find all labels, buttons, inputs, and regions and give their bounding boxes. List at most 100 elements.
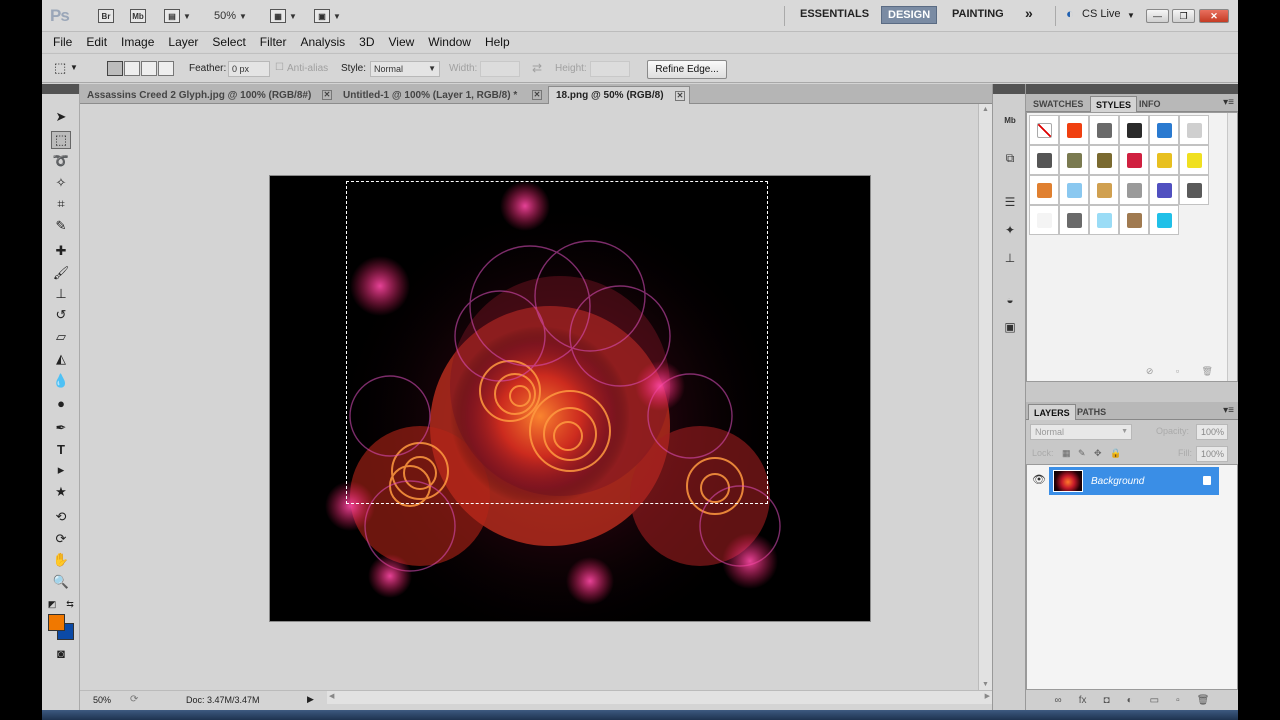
- panels-header[interactable]: [1026, 84, 1238, 94]
- tab-18-png[interactable]: 18.png @ 50% (RGB/8) ✕: [548, 86, 690, 104]
- zoom-level-status[interactable]: 50%: [93, 695, 111, 705]
- workspace-painting[interactable]: PAINTING: [952, 8, 1004, 20]
- opacity-input[interactable]: 100%: [1196, 424, 1228, 440]
- lock-position-icon[interactable]: ✥: [1094, 448, 1102, 459]
- lasso-tool-icon[interactable]: ➰: [51, 152, 71, 170]
- menu-layer[interactable]: Layer: [168, 35, 198, 49]
- style-swatch[interactable]: [1119, 115, 1149, 145]
- 3d-rotate-tool-icon[interactable]: ⟲: [51, 508, 71, 526]
- tab-untitled-1[interactable]: Untitled-1 @ 100% (Layer 1, RGB/8) * ✕: [336, 86, 546, 104]
- add-to-selection-button[interactable]: [124, 61, 140, 76]
- style-swatch[interactable]: [1059, 145, 1089, 175]
- healing-brush-tool-icon[interactable]: ✚: [51, 242, 71, 260]
- style-swatch[interactable]: [1149, 145, 1179, 175]
- arrange-documents-button[interactable]: ▦ ▼: [270, 7, 297, 25]
- delete-layer-icon[interactable]: 🗑: [1197, 695, 1210, 706]
- tab-swatches[interactable]: SWATCHES: [1028, 96, 1088, 112]
- eyedropper-tool-icon[interactable]: ✎: [51, 217, 71, 235]
- anti-alias-checkbox[interactable]: ☐: [275, 62, 284, 73]
- more-workspaces-icon[interactable]: »: [1025, 5, 1033, 21]
- style-swatch[interactable]: [1089, 205, 1119, 235]
- paint-bucket-tool-icon[interactable]: ◭: [51, 350, 71, 368]
- swap-width-height-icon[interactable]: ⇄: [532, 61, 542, 75]
- navigator-panel-icon[interactable]: ▣: [1001, 319, 1019, 335]
- horizontal-scrollbar[interactable]: ◀ ▶: [327, 690, 992, 704]
- panel-menu-icon[interactable]: ▾≡: [1223, 97, 1234, 108]
- menu-file[interactable]: File: [53, 35, 72, 49]
- foreground-color-swatch[interactable]: [48, 614, 65, 631]
- close-tab-icon[interactable]: ✕: [675, 91, 685, 101]
- style-swatch[interactable]: [1179, 115, 1209, 145]
- default-colors-icon[interactable]: ◩: [46, 595, 58, 613]
- menu-3d[interactable]: 3D: [359, 35, 374, 49]
- minimize-button[interactable]: —: [1146, 9, 1169, 23]
- style-swatch[interactable]: [1179, 175, 1209, 205]
- close-tab-icon[interactable]: ✕: [322, 90, 332, 100]
- menu-analysis[interactable]: Analysis: [300, 35, 345, 49]
- style-swatch[interactable]: [1179, 145, 1209, 175]
- lock-all-icon[interactable]: 🔒: [1110, 448, 1121, 459]
- style-swatch[interactable]: [1149, 175, 1179, 205]
- style-swatch[interactable]: [1119, 205, 1149, 235]
- layer-style-icon[interactable]: fx: [1079, 695, 1087, 706]
- style-swatch[interactable]: [1149, 205, 1179, 235]
- style-swatch[interactable]: [1149, 115, 1179, 145]
- style-swatch[interactable]: [1029, 205, 1059, 235]
- intersect-selection-button[interactable]: [158, 61, 174, 76]
- move-tool-icon[interactable]: ➤: [51, 108, 71, 126]
- status-menu-arrow-icon[interactable]: ▶: [307, 694, 314, 705]
- 3d-orbit-tool-icon[interactable]: ⟳: [51, 530, 71, 548]
- lock-image-icon[interactable]: ✎: [1078, 448, 1086, 459]
- layer-background[interactable]: Background: [1049, 467, 1219, 495]
- restore-button[interactable]: ❐: [1172, 9, 1195, 23]
- new-selection-button[interactable]: [107, 61, 123, 76]
- close-tab-icon[interactable]: ✕: [532, 90, 542, 100]
- style-swatch[interactable]: [1029, 175, 1059, 205]
- dodge-tool-icon[interactable]: ●: [51, 394, 71, 412]
- link-layers-icon[interactable]: ∞: [1055, 695, 1062, 706]
- tools-panel-header[interactable]: [42, 84, 79, 94]
- menu-filter[interactable]: Filter: [260, 35, 287, 49]
- new-layer-icon[interactable]: ▫: [1176, 695, 1180, 706]
- zoom-refresh-icon[interactable]: ⟳: [130, 694, 138, 705]
- style-swatch[interactable]: [1029, 145, 1059, 175]
- tab-info[interactable]: INFO: [1134, 96, 1166, 112]
- menu-view[interactable]: View: [388, 35, 414, 49]
- path-selection-tool-icon[interactable]: ▸: [51, 461, 71, 479]
- menu-image[interactable]: Image: [121, 35, 154, 49]
- masks-panel-icon[interactable]: ✦: [1001, 222, 1019, 238]
- style-swatch[interactable]: [1059, 115, 1089, 145]
- workspace-essentials[interactable]: ESSENTIALS: [800, 8, 869, 20]
- cs-live-dropdown-icon[interactable]: ▼: [1127, 11, 1135, 20]
- visibility-eye-icon[interactable]: 👁: [1032, 473, 1046, 486]
- style-swatch[interactable]: [1059, 205, 1089, 235]
- menu-window[interactable]: Window: [428, 35, 471, 49]
- vertical-scrollbar[interactable]: ▲ ▼: [978, 104, 992, 690]
- height-input[interactable]: [590, 61, 630, 77]
- subtract-from-selection-button[interactable]: [141, 61, 157, 76]
- clone-source-panel-icon[interactable]: ⊥: [1001, 250, 1019, 266]
- style-swatch[interactable]: [1059, 175, 1089, 205]
- document-image[interactable]: [270, 176, 870, 621]
- screen-mode-button[interactable]: ▣ ▼: [314, 7, 341, 25]
- strip-header[interactable]: [993, 84, 1025, 94]
- style-swatch[interactable]: [1119, 175, 1149, 205]
- tool-preset-dropdown-icon[interactable]: ▼: [70, 63, 78, 72]
- shape-tool-icon[interactable]: ★: [51, 483, 71, 501]
- minibridge-panel-icon[interactable]: Mb: [1001, 112, 1019, 128]
- menu-help[interactable]: Help: [485, 35, 510, 49]
- fill-input[interactable]: 100%: [1196, 446, 1228, 462]
- menu-edit[interactable]: Edit: [86, 35, 107, 49]
- eraser-tool-icon[interactable]: ▱: [51, 328, 71, 346]
- scroll-down-icon[interactable]: ▼: [982, 681, 989, 688]
- style-select[interactable]: Normal ▼: [370, 61, 440, 77]
- swap-colors-icon[interactable]: ⇆: [64, 595, 76, 613]
- blend-mode-select[interactable]: Normal ▼: [1030, 424, 1132, 440]
- type-tool-icon[interactable]: T: [51, 440, 71, 458]
- tool-preset-icon[interactable]: ⬚: [54, 60, 66, 76]
- width-input[interactable]: [480, 61, 520, 77]
- brush-tool-icon[interactable]: 🖌: [51, 264, 71, 282]
- history-brush-tool-icon[interactable]: ↺: [51, 306, 71, 324]
- tab-assassins-creed[interactable]: Assassins Creed 2 Glyph.jpg @ 100% (RGB/…: [80, 86, 336, 104]
- zoom-tool-icon[interactable]: 🔍: [51, 573, 71, 591]
